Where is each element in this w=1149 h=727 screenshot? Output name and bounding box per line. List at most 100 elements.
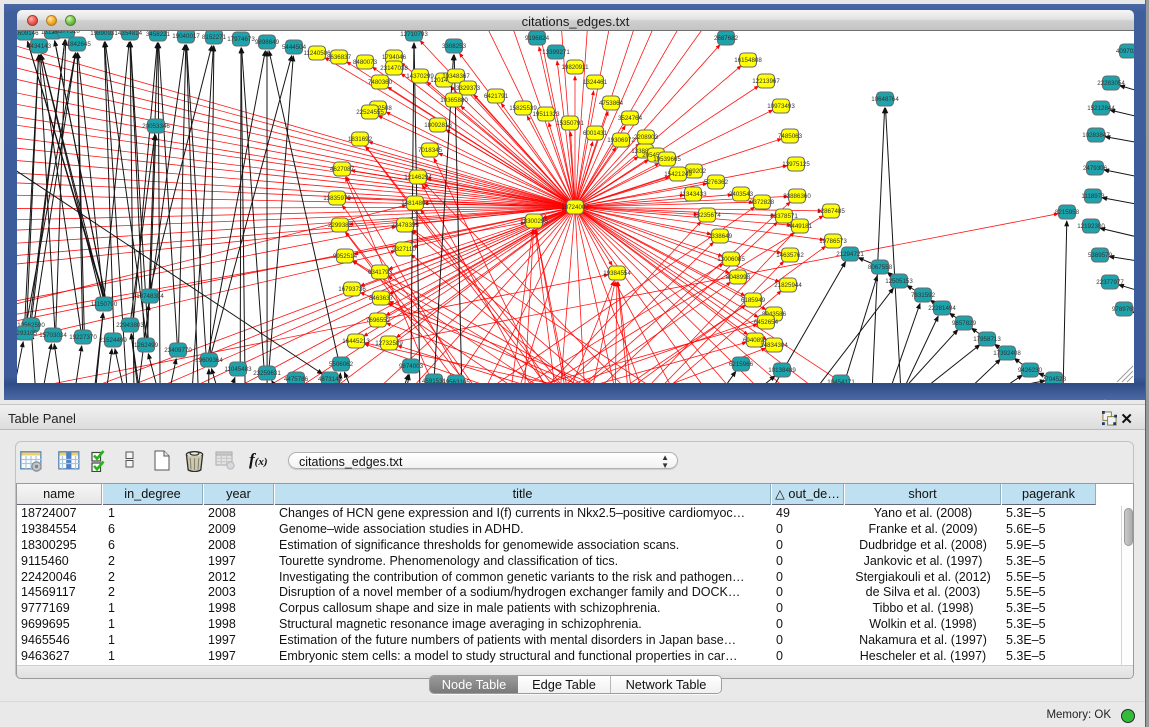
svg-text:19890931: 19890931 xyxy=(90,31,118,37)
svg-text:1831692: 1831692 xyxy=(348,136,373,143)
svg-text:8480073: 8480073 xyxy=(353,59,378,66)
svg-text:12146294: 12146294 xyxy=(404,174,432,181)
svg-text:6341793: 6341793 xyxy=(368,269,393,276)
svg-text:12732589: 12732589 xyxy=(375,340,403,347)
svg-text:4753864: 4753864 xyxy=(599,100,624,107)
svg-text:17958713: 17958713 xyxy=(973,336,1001,343)
svg-text:22524555: 22524555 xyxy=(356,109,384,116)
svg-text:9952514: 9952514 xyxy=(333,253,358,260)
svg-text:2704528: 2704528 xyxy=(1042,376,1067,383)
svg-text:3329373: 3329373 xyxy=(456,85,481,92)
svg-text:13975125: 13975125 xyxy=(782,161,810,168)
svg-text:22281494: 22281494 xyxy=(928,305,956,312)
svg-text:6293105: 6293105 xyxy=(17,330,38,337)
svg-text:6215966: 6215966 xyxy=(729,361,754,368)
svg-text:21294721: 21294721 xyxy=(836,251,864,258)
svg-text:8215958: 8215958 xyxy=(1055,209,1080,216)
svg-text:10138489: 10138489 xyxy=(768,367,796,374)
svg-text:16377510: 16377510 xyxy=(52,31,80,35)
svg-text:3434143: 3434143 xyxy=(27,43,52,50)
svg-text:11609146: 11609146 xyxy=(17,31,39,37)
svg-text:19609364: 19609364 xyxy=(195,357,223,364)
svg-text:4354814: 4354814 xyxy=(118,31,143,37)
svg-text:1324461: 1324461 xyxy=(583,79,608,86)
svg-text:13235674: 13235674 xyxy=(693,212,721,219)
svg-text:2687682: 2687682 xyxy=(714,35,739,42)
svg-text:8152271: 8152271 xyxy=(202,34,227,41)
svg-text:23478353: 23478353 xyxy=(391,222,419,229)
svg-text:11045483: 11045483 xyxy=(224,366,252,373)
svg-text:23259631: 23259631 xyxy=(253,370,281,377)
svg-text:18724007: 18724007 xyxy=(561,204,589,211)
svg-text:5506062: 5506062 xyxy=(329,361,354,368)
svg-text:16154808: 16154808 xyxy=(734,57,762,64)
svg-text:12213967: 12213967 xyxy=(752,78,780,85)
svg-text:19384554: 19384554 xyxy=(603,270,631,277)
svg-text:15212844: 15212844 xyxy=(1087,105,1115,112)
svg-text:11150790: 11150790 xyxy=(91,301,118,308)
svg-text:22943803: 22943803 xyxy=(116,322,144,329)
svg-text:16445213: 16445213 xyxy=(342,338,370,345)
svg-text:23147038: 23147038 xyxy=(380,65,408,72)
svg-text:22283054: 22283054 xyxy=(1097,80,1125,87)
svg-text:2479306: 2479306 xyxy=(1083,165,1108,172)
svg-text:2338649: 2338649 xyxy=(708,233,733,240)
svg-text:21842645: 21842645 xyxy=(63,41,91,48)
svg-text:6452654: 6452654 xyxy=(754,319,779,326)
svg-text:7831592: 7831592 xyxy=(911,292,936,299)
svg-text:4627087: 4627087 xyxy=(330,166,355,173)
svg-text:17392408: 17392408 xyxy=(993,350,1021,357)
svg-text:17974673: 17974673 xyxy=(227,36,255,43)
svg-text:8463637: 8463637 xyxy=(369,295,394,302)
svg-text:19539665: 19539665 xyxy=(653,156,681,163)
svg-text:2208903: 2208903 xyxy=(634,134,659,141)
svg-text:13006085: 13006085 xyxy=(717,256,745,263)
svg-text:21825944: 21825944 xyxy=(774,282,802,289)
svg-text:19563105: 19563105 xyxy=(442,379,470,383)
svg-text:19306972: 19306972 xyxy=(607,137,635,144)
svg-text:10283847: 10283847 xyxy=(1082,132,1110,139)
svg-text:3458221: 3458221 xyxy=(146,31,171,38)
svg-text:2299382: 2299382 xyxy=(328,222,353,229)
svg-text:5389579: 5389579 xyxy=(1088,252,1113,259)
svg-text:11343433: 11343433 xyxy=(679,191,707,198)
svg-text:10348367: 10348367 xyxy=(442,73,470,80)
svg-text:16793736: 16793736 xyxy=(338,286,366,293)
svg-text:10454171: 10454171 xyxy=(827,379,855,383)
svg-text:12867485: 12867485 xyxy=(817,208,845,215)
svg-text:9874003: 9874003 xyxy=(399,363,424,370)
svg-text:6421791: 6421791 xyxy=(484,93,509,100)
svg-text:3308253: 3308253 xyxy=(442,43,467,50)
svg-text:7480360: 7480360 xyxy=(368,79,393,86)
svg-text:2403543: 2403543 xyxy=(729,191,754,198)
svg-text:15350791: 15350791 xyxy=(556,120,584,127)
svg-text:1118973: 1118973 xyxy=(1081,193,1105,200)
svg-text:4449181: 4449181 xyxy=(788,223,813,230)
svg-text:15703034: 15703034 xyxy=(39,332,67,339)
svg-text:4475786: 4475786 xyxy=(284,376,309,383)
svg-text:9789760: 9789760 xyxy=(1112,306,1134,313)
svg-text:9196824: 9196824 xyxy=(525,35,550,42)
svg-text:9898649: 9898649 xyxy=(255,39,280,46)
svg-text:14635762: 14635762 xyxy=(776,252,804,259)
svg-text:13399271: 13399271 xyxy=(542,49,570,56)
svg-text:12505153: 12505153 xyxy=(885,278,913,285)
svg-text:20053346: 20053346 xyxy=(142,123,170,130)
svg-text:1262499: 1262499 xyxy=(134,342,159,349)
svg-text:4873143: 4873143 xyxy=(318,376,343,383)
svg-text:6185949: 6185949 xyxy=(741,297,766,304)
svg-text:8048998: 8048998 xyxy=(726,274,751,281)
svg-text:19820911: 19820911 xyxy=(561,64,589,71)
svg-text:23409770: 23409770 xyxy=(164,347,192,354)
svg-text:3524764: 3524764 xyxy=(618,115,643,122)
svg-text:18748304: 18748304 xyxy=(136,293,164,300)
svg-text:1794046: 1794046 xyxy=(382,54,407,61)
svg-text:4097022: 4097022 xyxy=(1116,48,1134,55)
svg-text:18300295: 18300295 xyxy=(520,218,548,225)
svg-text:12192300: 12192300 xyxy=(1077,223,1105,230)
svg-text:13835970: 13835970 xyxy=(323,195,351,202)
svg-text:10973493: 10973493 xyxy=(767,103,795,110)
svg-text:9327110: 9327110 xyxy=(392,246,416,253)
svg-text:7696552: 7696552 xyxy=(366,317,391,324)
svg-text:14834304: 14834304 xyxy=(760,342,788,349)
